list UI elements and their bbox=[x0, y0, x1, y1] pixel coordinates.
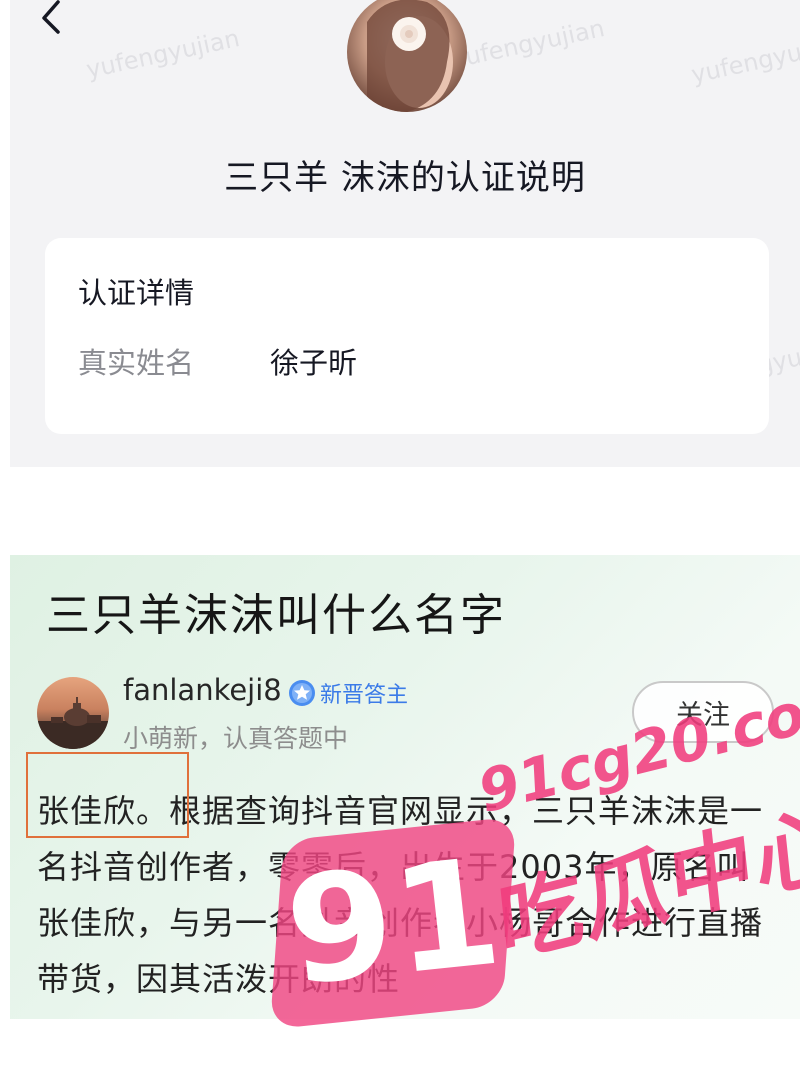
badge-label: 新晋答主 bbox=[320, 683, 409, 708]
real-name-value: 徐子昕 bbox=[270, 346, 358, 380]
question-title: 三只羊沫沫叫什么名字 bbox=[46, 590, 506, 641]
watermark-text: yufengyujian bbox=[83, 24, 242, 84]
real-name-label: 真实姓名 bbox=[78, 346, 195, 380]
certification-title: 三只羊 沫沫的认证说明 bbox=[224, 158, 586, 198]
follow-button[interactable]: 关注 bbox=[632, 681, 774, 743]
badge-star-icon bbox=[289, 680, 315, 706]
certification-card-title: 认证详情 bbox=[78, 276, 195, 310]
watermark-text: yufengyujian bbox=[688, 29, 800, 89]
qa-screen: 三只羊沫沫叫什么名字 fanlankeji8 新晋答主 小萌新，认真答题中 关注… bbox=[10, 555, 800, 1019]
answerer-username[interactable]: fanlankeji8 bbox=[123, 673, 282, 707]
profile-avatar[interactable] bbox=[347, 0, 467, 112]
back-arrow-icon[interactable] bbox=[32, 0, 72, 40]
answer-text: 张佳欣。根据查询抖音官网显示，三只羊沫沫是一名抖音创作者，零零后，出生于2003… bbox=[37, 792, 764, 998]
page: yufengyujian yufengyujian yufengyujian y… bbox=[0, 0, 800, 1067]
certification-screen: yufengyujian yufengyujian yufengyujian y… bbox=[10, 0, 800, 467]
answerer-badge: 新晋答主 bbox=[288, 678, 408, 708]
watermark-text: yufengyujian bbox=[448, 14, 607, 74]
user-avatar[interactable] bbox=[37, 677, 109, 749]
answerer-subtitle: 小萌新，认真答题中 bbox=[123, 724, 349, 753]
certification-card: 认证详情 真实姓名 徐子昕 bbox=[45, 238, 769, 434]
